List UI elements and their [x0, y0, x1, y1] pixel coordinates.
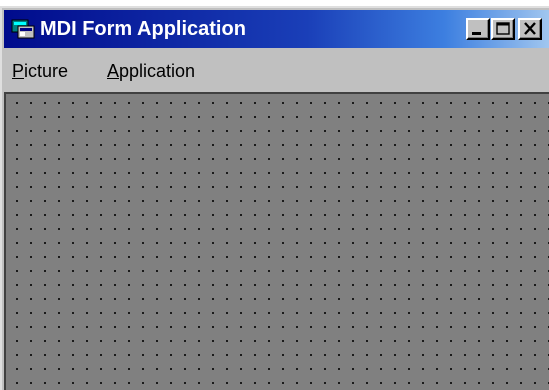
minimize-icon — [472, 32, 481, 35]
menu-picture-accelerator: P — [12, 61, 25, 81]
close-icon — [524, 22, 536, 35]
maximize-icon — [496, 22, 510, 35]
title-bar[interactable]: MDI Form Application — [4, 10, 549, 48]
menu-application-label: pplication — [119, 61, 196, 81]
window-title: MDI Form Application — [40, 18, 246, 40]
screen: MDI Form Application Picture Application — [0, 0, 549, 390]
menu-bar: Picture Application — [4, 53, 549, 87]
menu-application-accelerator: A — [107, 61, 120, 81]
mdi-form-window: MDI Form Application Picture Application — [0, 6, 549, 390]
menu-application[interactable]: Application — [107, 60, 195, 82]
menu-picture[interactable]: Picture — [12, 60, 68, 82]
close-button[interactable] — [518, 18, 542, 40]
minimize-button[interactable] — [466, 18, 490, 40]
menu-picture-label: icture — [24, 61, 69, 81]
maximize-button[interactable] — [491, 18, 515, 40]
app-icon[interactable] — [11, 18, 37, 40]
mdi-client-area[interactable] — [4, 92, 549, 390]
